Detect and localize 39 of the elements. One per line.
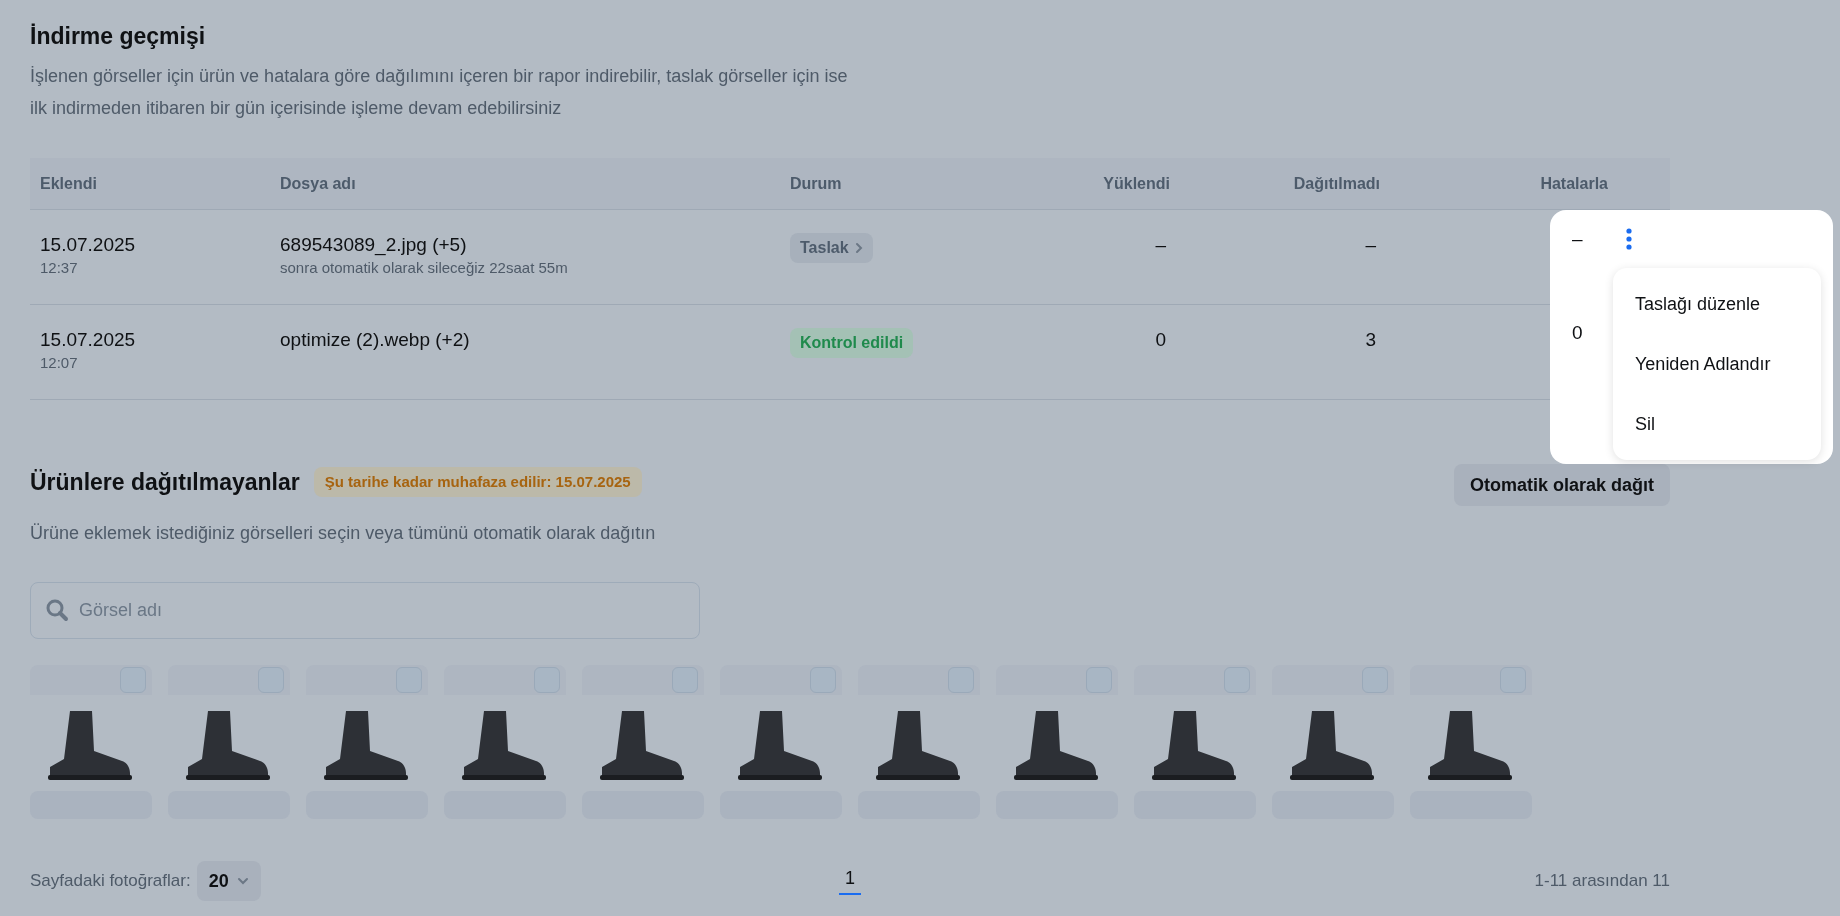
- search-icon: [45, 598, 69, 622]
- date-text: 15.07.2025: [40, 233, 137, 257]
- search-field[interactable]: Görsel adı: [30, 582, 700, 639]
- table-cell-text: 0: [1572, 321, 1583, 345]
- table-cell-text: –: [1154, 233, 1167, 257]
- description-text: Ürüne eklemek istediğiniz görselleri seçin veya tümünü otomatik olarak dağıtın: [30, 522, 657, 545]
- column-header: Yüklendi: [1102, 174, 1171, 193]
- description-text: ilk indirmeden itibaren bir gün içerisinde işleme devam edebilirsiniz: [30, 97, 562, 120]
- menu-item[interactable]: Taslağı düzenle: [1613, 275, 1821, 333]
- time-text: 12:37: [40, 258, 79, 278]
- auto-distribute-button[interactable]: Otomatik olarak dağıt: [1453, 464, 1670, 506]
- table-cell-text: 3: [1364, 328, 1377, 352]
- status-badge: Kontrol edildi: [790, 328, 914, 358]
- table-cell-text: –: [1572, 227, 1583, 251]
- chevron-icon: [854, 242, 863, 254]
- file-name: 689543089_2.jpg (+5): [280, 233, 468, 258]
- more-options-icon[interactable]: [1626, 228, 1632, 250]
- description-text: İşlenen görseller için ürün ve hatalara göre dağılımını içeren bir rapor indirebilir, taslak görseller için ise: [30, 65, 848, 88]
- section-title: İndirme geçmişi: [30, 22, 207, 51]
- menu-item[interactable]: Sil: [1613, 395, 1821, 453]
- page-link[interactable]: 1: [839, 867, 861, 895]
- retention-badge: Şu tarihe kadar muhafaza edilir: 15.07.2025: [313, 467, 642, 497]
- caret-icon: [236, 877, 249, 885]
- per-page-label: Sayfadaki fotoğraflar:: [30, 871, 191, 891]
- column-header: Durum: [789, 174, 843, 193]
- table-cell-text: –: [1364, 233, 1377, 257]
- column-header: Eklendi: [39, 174, 98, 193]
- column-header: Hatalarla: [1539, 174, 1609, 193]
- date-text: 15.07.2025: [40, 328, 137, 352]
- column-header: Dağıtılmadı: [1292, 174, 1381, 193]
- section-title: Ürünlere dağıtılmayanlar: [30, 468, 300, 496]
- menu-item[interactable]: Yeniden Adlandır: [1613, 335, 1821, 393]
- table-cell-text: 0: [1154, 328, 1167, 352]
- time-text: 12:07: [40, 353, 79, 373]
- per-page-dropdown[interactable]: 20: [196, 861, 261, 901]
- column-header: Dosya adı: [279, 174, 357, 193]
- file-name: optimize (2).webp (+2): [280, 328, 471, 352]
- deletion-note: sonra otomatik olarak sileceğiz 22saat 55m: [280, 258, 569, 278]
- range-text: 1-11 arasından 11: [1534, 871, 1670, 891]
